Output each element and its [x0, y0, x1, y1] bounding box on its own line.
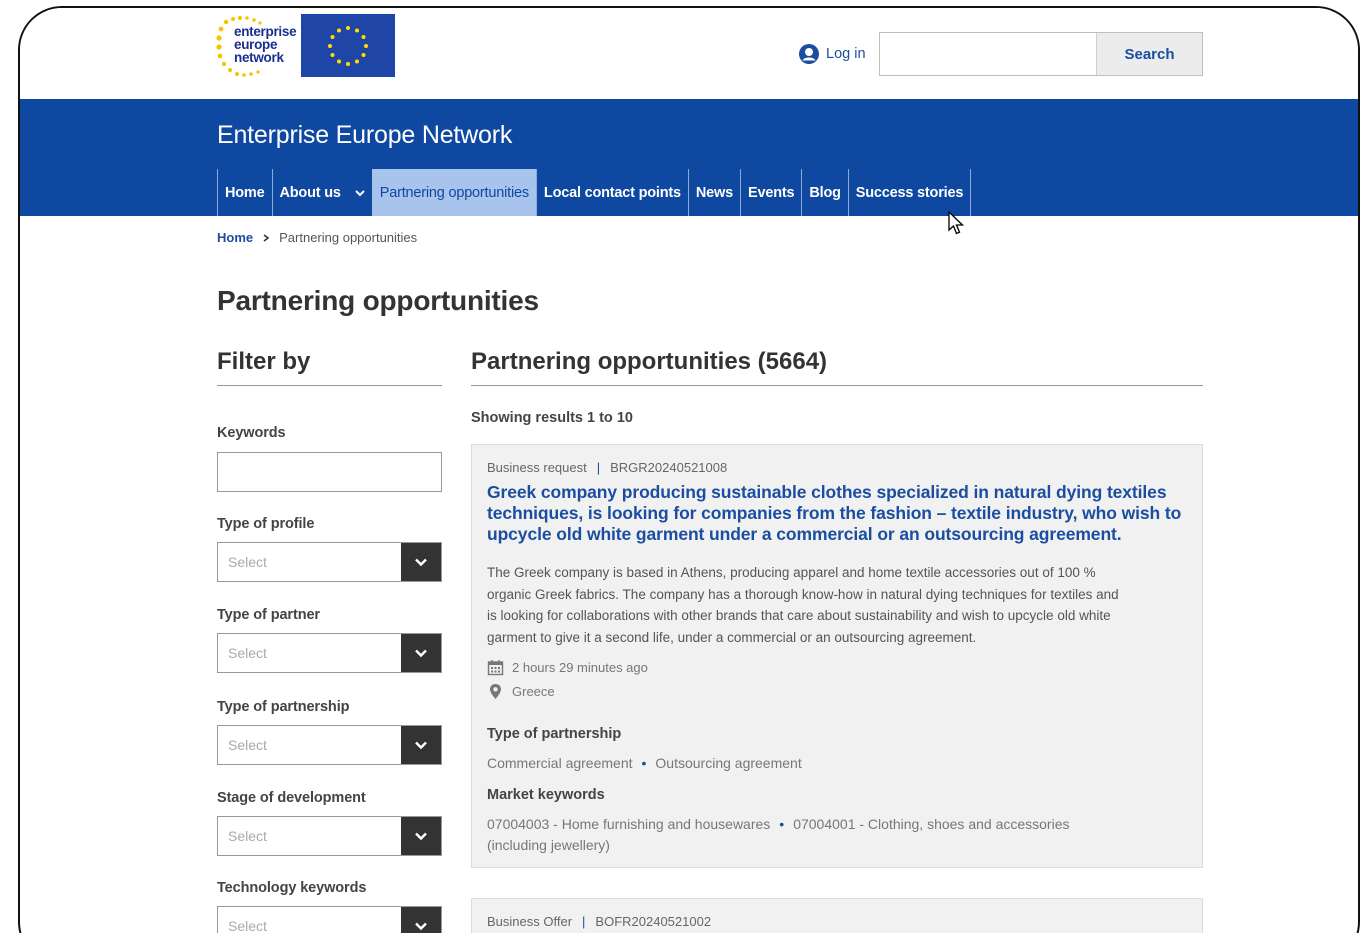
main-nav: Home About us Partnering opportunities L… [217, 169, 972, 216]
select-toggle[interactable] [401, 817, 441, 855]
nav-label: About us [279, 184, 341, 201]
login-link[interactable]: Log in [799, 44, 866, 64]
card-meta: Business request | BRGR20240521008 [487, 460, 727, 475]
breadcrumb-current: Partnering opportunities [279, 230, 418, 245]
card-meta: Business Offer | BOFR20240521002 [487, 914, 711, 929]
location-text: Greece [512, 684, 555, 699]
meta-separator: | [596, 460, 601, 475]
chevron-down-icon [415, 741, 427, 750]
market-keyword-tags: 07004003 - Home furnishing and houseware… [487, 814, 1127, 856]
user-icon [799, 44, 819, 64]
eu-flag-logo[interactable] [301, 14, 395, 77]
top-bar: enterprise europe network Log in Search [20, 8, 1358, 99]
type-of-profile-label: Type of profile [217, 516, 315, 532]
nav-label: Home [225, 184, 265, 201]
keywords-label: Keywords [217, 425, 286, 441]
select-toggle[interactable] [401, 543, 441, 581]
site-banner: Enterprise Europe Network Home About us … [20, 99, 1358, 216]
een-logo[interactable]: enterprise europe network [216, 14, 297, 78]
opportunity-type: Business Offer [487, 914, 573, 929]
select-value: Select [228, 918, 267, 933]
posted-time-text: 2 hours 29 minutes ago [512, 660, 648, 675]
nav-item-local-contact-points[interactable]: Local contact points [535, 169, 688, 216]
results-panel: Partnering opportunities (5664) Showing … [471, 348, 1203, 933]
page-title: Partnering opportunities [217, 285, 539, 316]
calendar-icon [487, 660, 504, 676]
opportunity-card: Business request | BRGR20240521008 Greek… [471, 444, 1203, 868]
select-value: Select [228, 828, 267, 844]
eu-stars-icon [328, 26, 368, 66]
search-form: Search [879, 32, 1203, 76]
posted-time: 2 hours 29 minutes ago [487, 659, 648, 676]
tag-separator: • [779, 816, 785, 832]
login-label: Log in [826, 46, 866, 62]
breadcrumb-home[interactable]: Home [217, 230, 253, 245]
tag-separator: • [641, 755, 647, 771]
filter-title: Filter by [217, 348, 442, 386]
technology-keywords-select[interactable]: Select [217, 906, 442, 933]
type-of-partner-select[interactable]: Select [217, 633, 442, 673]
technology-keywords-label: Technology keywords [217, 880, 367, 896]
nav-item-home[interactable]: Home [217, 169, 272, 216]
nav-label: News [695, 184, 733, 201]
chevron-down-icon [415, 558, 427, 567]
chevron-down-icon [415, 649, 427, 658]
opportunity-card: Business Offer | BOFR20240521002 [471, 898, 1203, 933]
market-keywords-heading: Market keywords [487, 787, 605, 803]
search-button[interactable]: Search [1096, 33, 1202, 75]
type-of-profile-select[interactable]: Select [217, 542, 442, 582]
stage-of-development-select[interactable]: Select [217, 816, 442, 856]
tag: Outsourcing agreement [655, 755, 802, 771]
logo-line: network [234, 50, 284, 65]
opportunity-type: Business request [487, 460, 587, 475]
map-pin-icon [490, 684, 501, 699]
nav-label: Partnering opportunities [379, 184, 529, 201]
filter-panel: Filter by Keywords Type of profile Selec… [217, 348, 442, 933]
logo-text: enterprise europe network [234, 25, 297, 65]
select-value: Select [228, 737, 267, 753]
nav-label: Events [748, 184, 795, 201]
mouse-cursor-icon [948, 211, 965, 235]
select-toggle[interactable] [401, 726, 441, 764]
nav-label: Success stories [855, 184, 964, 201]
nav-label: Blog [809, 184, 841, 201]
type-of-partner-label: Type of partner [217, 607, 320, 623]
chevron-down-icon [415, 922, 427, 931]
opportunity-reference: BOFR20240521002 [595, 914, 712, 929]
select-toggle[interactable] [401, 634, 441, 672]
type-of-partnership-label: Type of partnership [217, 699, 350, 715]
nav-item-about-us[interactable]: About us [271, 169, 372, 216]
stage-of-development-label: Stage of development [217, 790, 366, 806]
results-title: Partnering opportunities (5664) [471, 348, 1203, 386]
chevron-right-icon [263, 233, 270, 242]
tag: 07004003 - Home furnishing and houseware… [487, 816, 771, 832]
results-count: Showing results 1 to 10 [471, 410, 633, 426]
keywords-input[interactable] [217, 452, 442, 492]
search-input[interactable] [880, 33, 1096, 75]
nav-label: Local contact points [543, 184, 681, 201]
breadcrumb: Home Partnering opportunities [217, 230, 417, 245]
site-title[interactable]: Enterprise Europe Network [217, 121, 512, 150]
opportunity-description: The Greek company is based in Athens, pr… [487, 565, 1119, 645]
partnership-tags: Commercial agreement • Outsourcing agreeme… [487, 753, 1127, 774]
chevron-down-icon [415, 832, 427, 841]
nav-item-news[interactable]: News [687, 169, 740, 216]
partnership-type-heading: Type of partnership [487, 726, 622, 742]
select-value: Select [228, 554, 267, 570]
chevron-down-icon [355, 189, 365, 196]
opportunity-title-link[interactable]: Greek company producing sustainable clot… [487, 482, 1192, 545]
nav-item-partnering-opportunities[interactable]: Partnering opportunities [371, 169, 536, 216]
meta-separator: | [582, 914, 586, 929]
select-toggle[interactable] [401, 907, 441, 933]
nav-item-blog[interactable]: Blog [801, 169, 847, 216]
select-value: Select [228, 645, 267, 661]
browser-viewport: enterprise europe network Log in Search … [18, 6, 1360, 933]
location: Greece [487, 683, 555, 700]
nav-item-events[interactable]: Events [740, 169, 801, 216]
opportunity-reference: BRGR20240521008 [610, 460, 728, 475]
type-of-partnership-select[interactable]: Select [217, 725, 442, 765]
nav-item-success-stories[interactable]: Success stories [847, 169, 972, 216]
tag: Commercial agreement [487, 755, 633, 771]
